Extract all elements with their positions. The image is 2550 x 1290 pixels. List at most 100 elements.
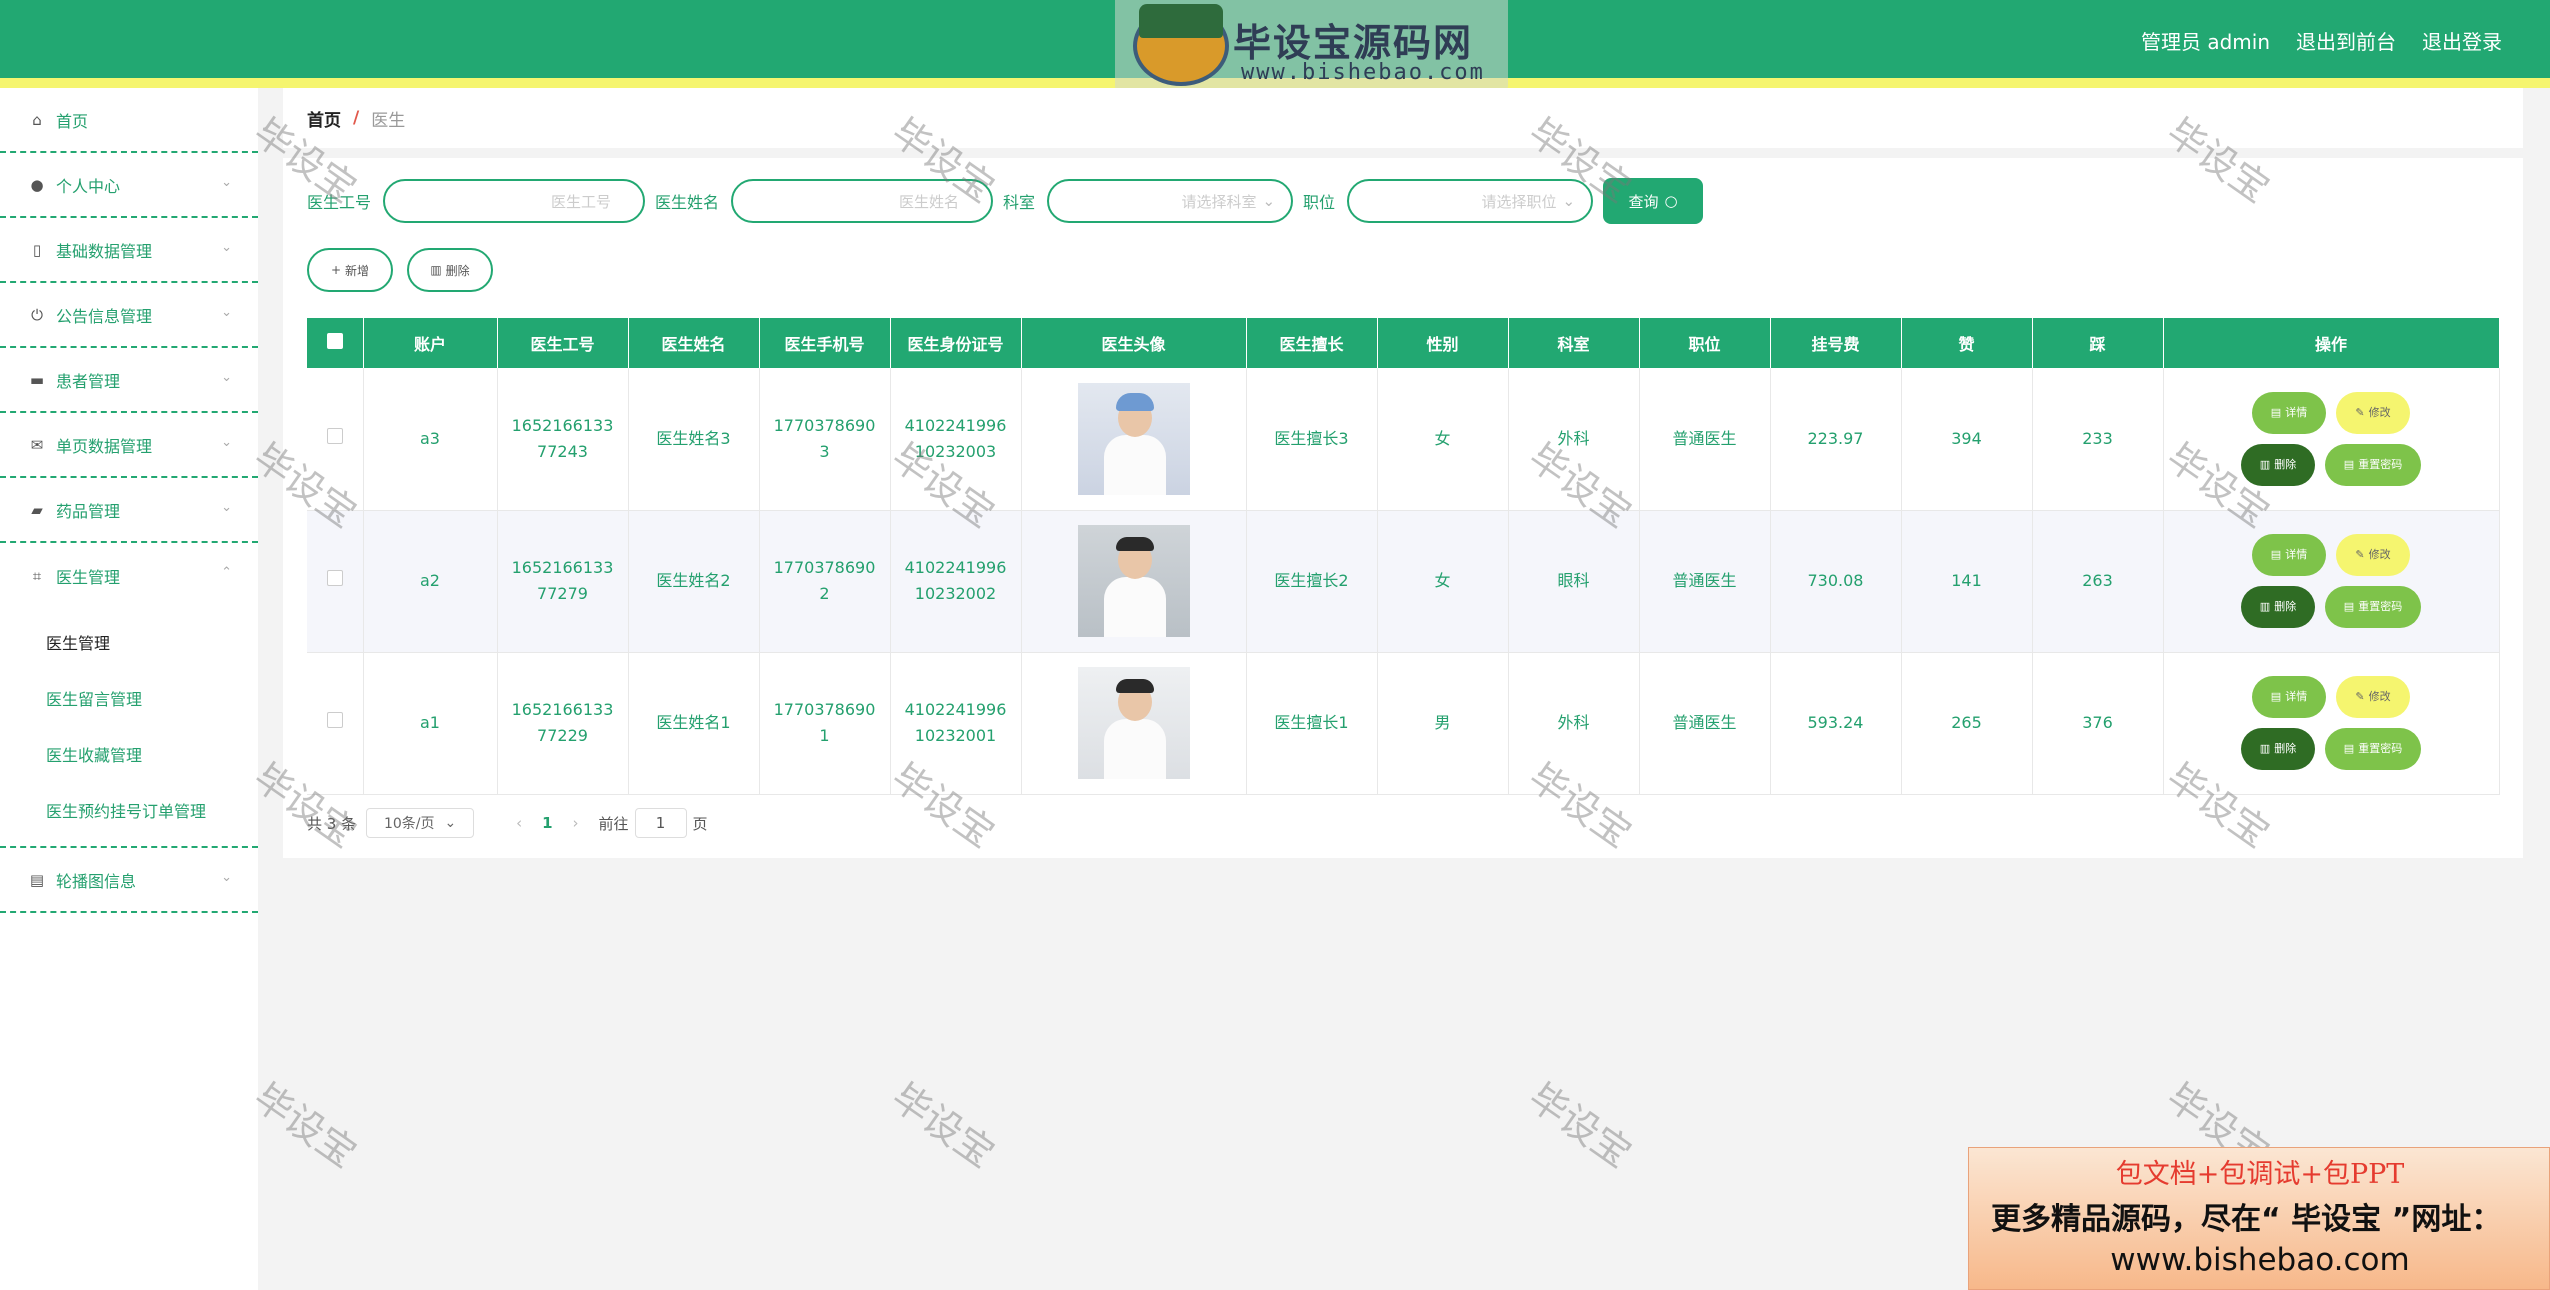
sidebar-item-base-data[interactable]: ▯ 基础数据管理 ⌄ [0, 218, 258, 283]
chevron-down-icon: ⌄ [221, 370, 232, 385]
sidebar-item-doctor[interactable]: ⌗ 医生管理 ⌃ [0, 543, 258, 608]
dept-placeholder: 请选择科室 [1181, 192, 1257, 211]
row-select-cell[interactable] [307, 368, 364, 511]
cell-skill: 医生擅长2 [1246, 510, 1378, 653]
next-page-icon[interactable]: › [573, 814, 579, 832]
cell-name: 医生姓名1 [628, 652, 760, 795]
chevron-down-icon: ⌄ [1562, 192, 1576, 210]
sidebar-item-label: 轮播图信息 [56, 871, 137, 891]
reset-password-button[interactable]: ▤ 重置密码 [2325, 728, 2421, 770]
col-header: 科室 [1508, 318, 1640, 368]
gonghao-input[interactable]: 医生工号 [383, 179, 646, 223]
sidebar-item-carousel[interactable]: ▤ 轮播图信息 ⌄ [0, 848, 258, 913]
sidebar-item-notice[interactable]: ⏻ 公告信息管理 ⌄ [0, 283, 258, 348]
detail-button[interactable]: ▤ 详情 [2252, 676, 2326, 718]
name-input[interactable]: 医生姓名 [731, 179, 994, 223]
doctor-avatar [1077, 667, 1190, 779]
trash-icon: ▥ [2259, 600, 2271, 613]
sidebar-item-home[interactable]: ⌂ 首页 [0, 88, 258, 153]
sidebar-item-personal[interactable]: ● 个人中心 ⌄ [0, 153, 258, 218]
cell-ops: ▤ 详情 ✎ 修改 ▥ 删除 ▤ 重置密码 [2163, 652, 2500, 795]
page-size-select[interactable]: 10条/页 ⌄ [366, 808, 475, 838]
cell-dept: 外科 [1508, 652, 1640, 795]
breadcrumb-home[interactable]: 首页 [307, 106, 341, 131]
detail-button[interactable]: ▤ 详情 [2252, 534, 2326, 576]
sidebar-subitem-doctor-booking[interactable]: 医生预约挂号订单管理 [0, 782, 258, 838]
add-button[interactable]: + 新增 [307, 248, 393, 292]
query-button[interactable]: 查询 ○ [1603, 178, 1704, 224]
cell-gender: 女 [1377, 368, 1509, 511]
sidebar-item-medicine[interactable]: ▰ 药品管理 ⌄ [0, 478, 258, 543]
cell-idcard: 410224199610232001 [890, 652, 1022, 795]
current-page[interactable]: 1 [542, 814, 552, 832]
cell-title: 普通医生 [1639, 510, 1771, 653]
chevron-up-icon: ⌃ [221, 565, 232, 580]
ticket-icon: ▰ [31, 500, 43, 519]
sidebar-subitem-doctor-message[interactable]: 医生留言管理 [0, 670, 258, 726]
reset-password-button[interactable]: ▤ 重置密码 [2325, 443, 2421, 486]
reset-label: 重置密码 [2358, 457, 2403, 471]
reset-password-button[interactable]: ▤ 重置密码 [2325, 586, 2421, 628]
row-checkbox[interactable] [326, 427, 343, 444]
page-size-value: 10条/页 [383, 816, 435, 832]
delete-button[interactable]: ▥ 删除 [2241, 728, 2315, 770]
file-icon: ▤ [2270, 690, 2282, 703]
frontend-link[interactable]: 退出到前台 [2296, 26, 2396, 55]
chevron-down-icon: ⌄ [221, 305, 232, 320]
edit-button[interactable]: ✎ 修改 [2336, 676, 2410, 718]
edit-button[interactable]: ✎ 修改 [2336, 534, 2410, 576]
sidebar-subitem-doctor[interactable]: 医生管理 [0, 614, 258, 670]
home-icon: ⌂ [32, 110, 42, 129]
detail-button[interactable]: ▤ 详情 [2252, 391, 2326, 434]
delete-label: 删除 [2274, 600, 2297, 613]
doctor-avatar [1077, 525, 1190, 637]
sidebar-subitem-doctor-favorite[interactable]: 医生收藏管理 [0, 726, 258, 782]
table-row: a1 165216613377229 医生姓名1 17703786901 410… [307, 652, 2500, 795]
sidebar-item-single-page[interactable]: ✉ 单页数据管理 ⌄ [0, 413, 258, 478]
file-icon: ▤ [2270, 405, 2282, 419]
row-select-cell[interactable] [307, 510, 364, 653]
col-header: 账户 [363, 318, 498, 368]
prev-page-icon[interactable]: ‹ [516, 814, 522, 832]
watermark-text: 毕设宝 [1520, 1074, 1640, 1177]
select-all-checkbox[interactable] [326, 333, 343, 349]
delete-label: 删除 [2274, 457, 2297, 471]
dept-select[interactable]: 请选择科室 ⌄ [1047, 179, 1294, 223]
cell-gonghao: 165216613377229 [497, 652, 629, 795]
ad-banner[interactable]: 包文档+包调试+包PPT 更多精品源码，尽在“ 毕设宝 ”网址： www.bis… [1968, 1147, 2550, 1290]
row-checkbox[interactable] [326, 712, 343, 728]
total-count: 共 3 条 [307, 814, 357, 833]
delete-button[interactable]: ▥ 删除 [2241, 586, 2315, 628]
breadcrumb-current: 医生 [371, 110, 406, 131]
goto-page-input[interactable]: 1 [634, 808, 687, 838]
select-all-cell[interactable] [307, 318, 364, 368]
edit-button[interactable]: ✎ 修改 [2336, 391, 2410, 434]
row-checkbox[interactable] [326, 570, 343, 586]
goto-prefix: 前往 [598, 814, 629, 833]
sidebar-item-patient[interactable]: ▬ 患者管理 ⌄ [0, 348, 258, 413]
sidebar-item-label: 公告信息管理 [56, 306, 153, 326]
action-bar: + 新增 ▥ 删除 [307, 248, 493, 292]
cell-idcard: 410224199610232003 [890, 368, 1022, 511]
logout-link[interactable]: 退出登录 [2422, 26, 2502, 55]
sidebar-item-label: 药品管理 [56, 501, 121, 521]
title-select[interactable]: 请选择职位 ⌄ [1347, 179, 1594, 223]
cell-account: a3 [363, 368, 498, 511]
edit-label: 修改 [2368, 690, 2391, 703]
cell-gender: 男 [1377, 652, 1509, 795]
col-header: 职位 [1639, 318, 1771, 368]
edit-label: 修改 [2368, 548, 2391, 561]
cell-dept: 眼科 [1508, 510, 1640, 653]
row-select-cell[interactable] [307, 652, 364, 795]
chevron-down-icon: ⌄ [221, 175, 232, 190]
detail-label: 详情 [2285, 690, 2308, 703]
batch-delete-button[interactable]: ▥ 删除 [407, 248, 493, 292]
dept-label: 科室 [1003, 193, 1036, 212]
doctor-table: 账户 医生工号 医生姓名 医生手机号 医生身份证号 医生头像 医生擅长 性别 科… [307, 318, 2500, 795]
table-row: a3 165216613377243 医生姓名3 17703786903 410… [307, 368, 2500, 511]
chevron-down-icon: ⌄ [221, 870, 232, 885]
mail-icon: ✉ [30, 435, 44, 454]
file-icon: ▤ [2343, 742, 2355, 755]
delete-button[interactable]: ▥ 删除 [2241, 443, 2315, 486]
file-icon: ▤ [2343, 600, 2355, 613]
